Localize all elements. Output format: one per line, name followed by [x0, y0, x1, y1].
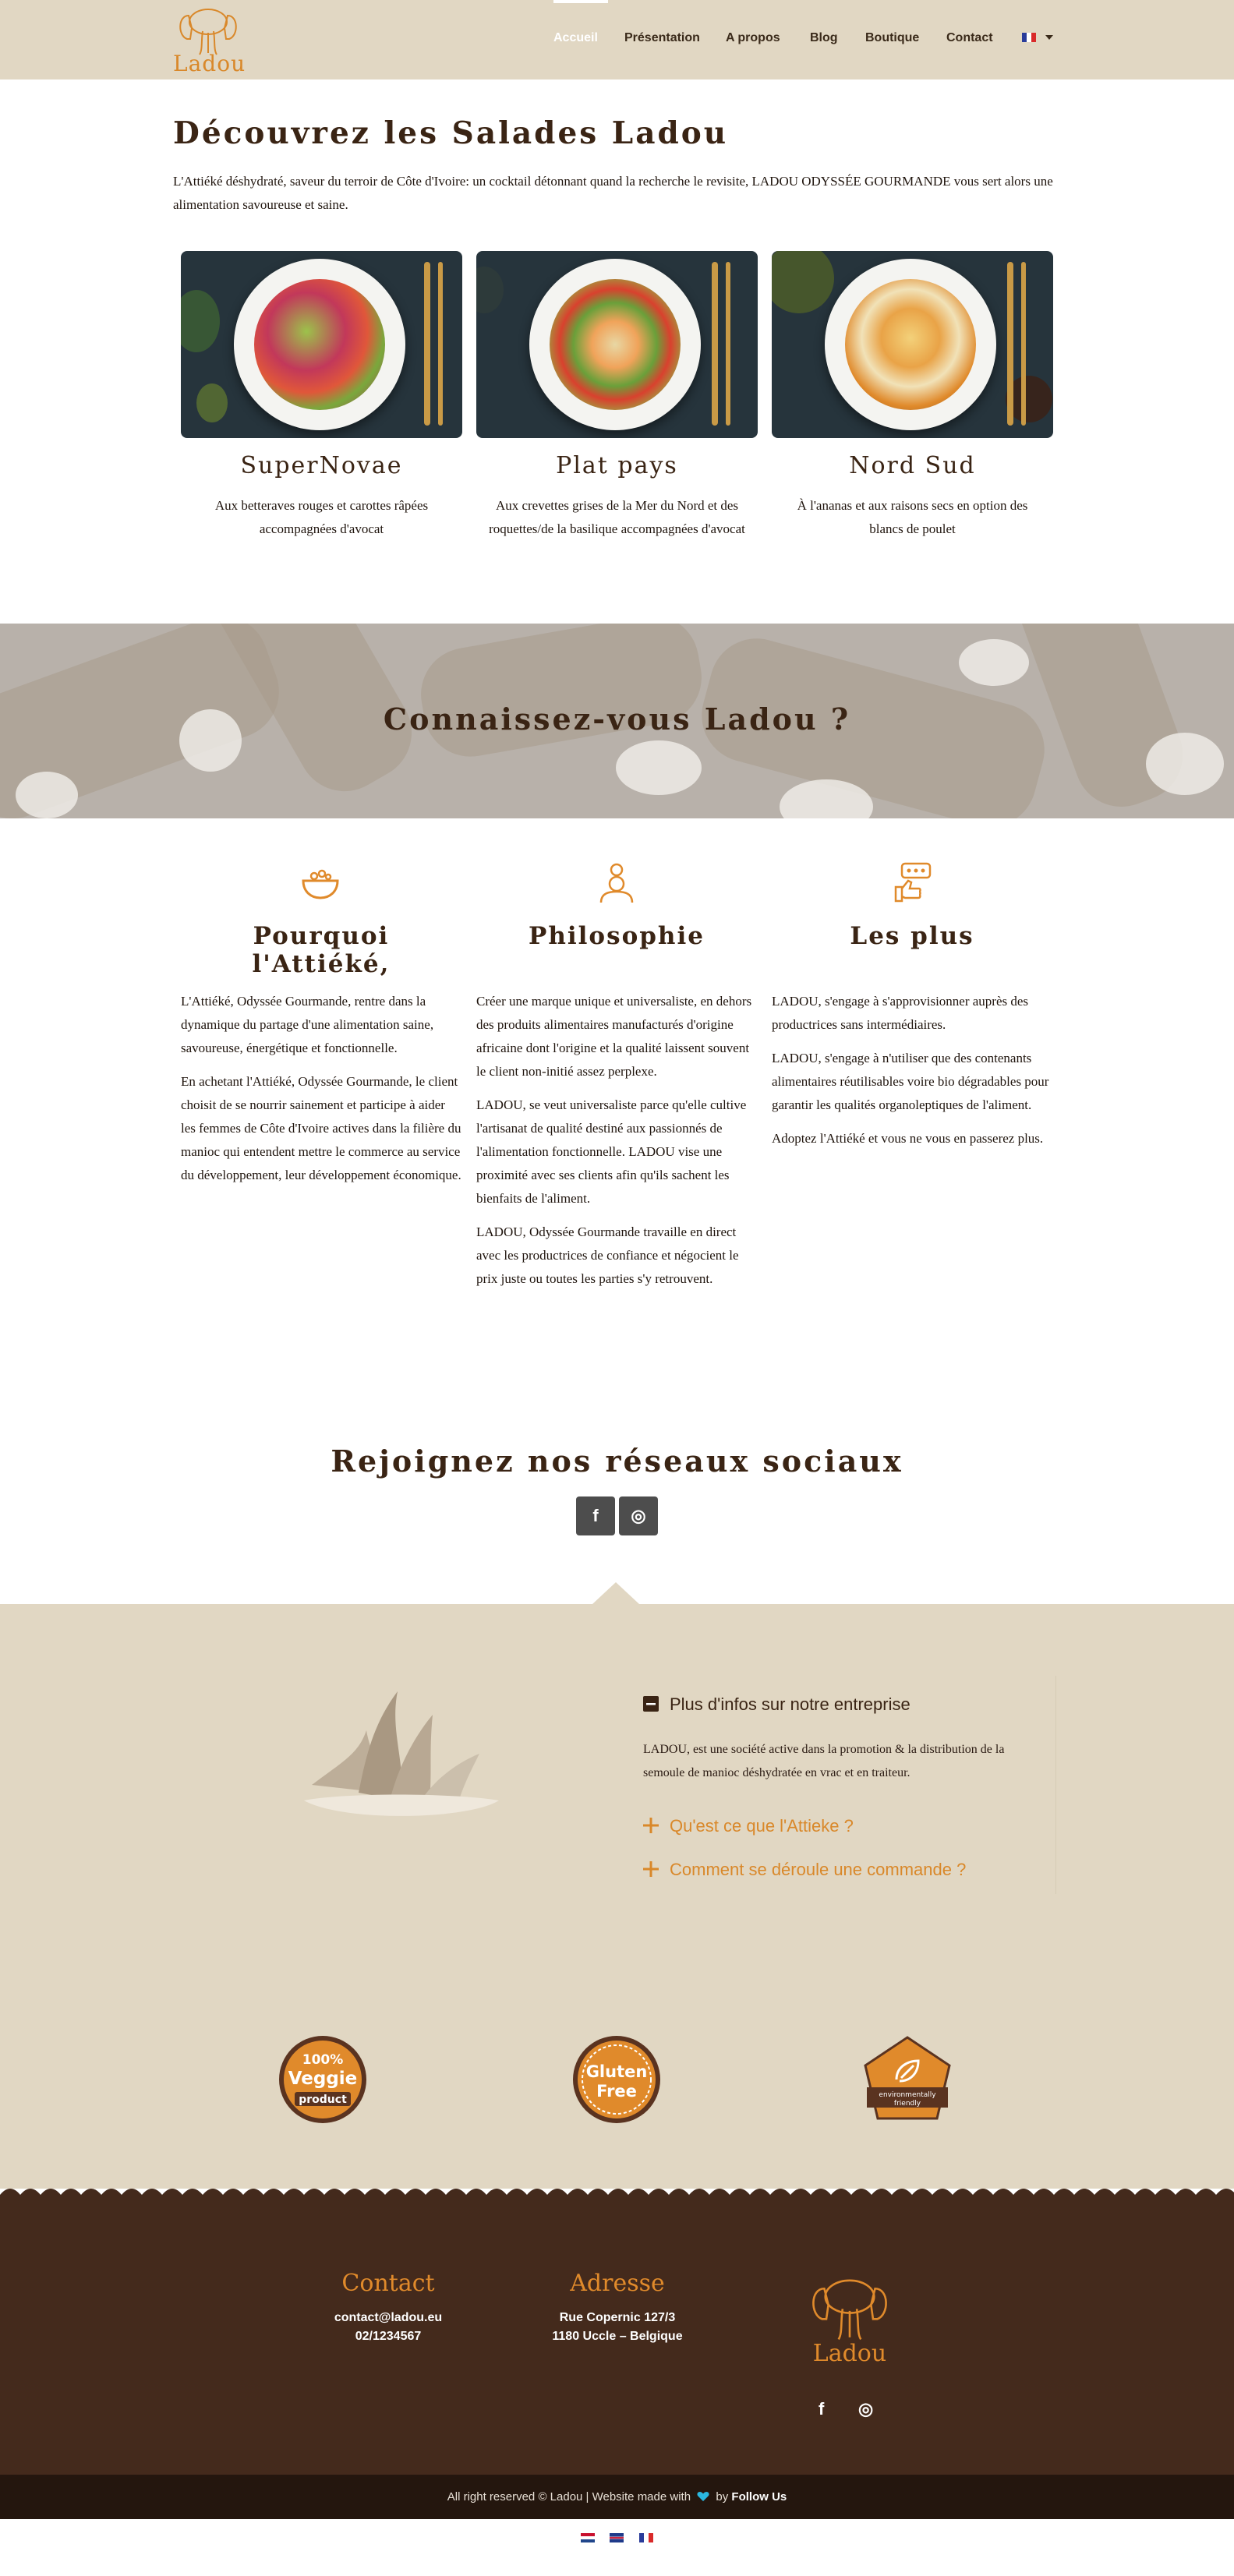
footer-address-line: 1180 Uccle – Belgique — [552, 2330, 683, 2343]
page-title: Découvrez les Salades Ladou — [173, 115, 729, 151]
badge-text: Free — [596, 2082, 637, 2101]
badge-text: 100% — [302, 2052, 344, 2068]
column-title: Philosophie — [529, 922, 705, 950]
paragraph: En achetant l'Attiéké, Odyssée Gourmande… — [181, 1074, 461, 1182]
column-text-attieke: L'Attiéké, Odyssée Gourmande, rentre dan… — [181, 990, 461, 1197]
main-nav: Accueil Présentation A propos Blog Bouti… — [546, 31, 1091, 50]
elephant-icon — [179, 9, 237, 55]
french-flag-icon[interactable] — [1022, 33, 1036, 42]
social-title: Rejoignez nos réseaux sociaux — [331, 1443, 903, 1479]
french-flag-icon[interactable] — [639, 2533, 653, 2542]
nav-accueil[interactable]: Accueil — [553, 31, 598, 45]
paragraph: L'Attiéké, Odyssée Gourmande, rentre dan… — [181, 994, 434, 1055]
column-text-les-plus: LADOU, s'engage à s'approvisionner auprè… — [772, 990, 1052, 1161]
salad-title: Plat pays — [556, 452, 678, 479]
paragraph: Créer une marque unique et universaliste… — [476, 994, 752, 1079]
accordion-item-commande[interactable]: Comment se déroule une commande ? — [643, 1860, 966, 1880]
language-dropdown-icon[interactable] — [1045, 35, 1053, 40]
footer-contact-info: contact@ladou.eu 02/1234567 — [295, 2309, 482, 2346]
copyright-text: All right reserved © Ladou | Website mad… — [447, 2490, 691, 2504]
column-title: Les plus — [850, 922, 974, 950]
column-title: Pourquoi l'Attiéké, — [252, 922, 391, 978]
paragraph: LADOU, s'engage à s'approvisionner auprè… — [772, 994, 1029, 1032]
copyright-by: by — [716, 2490, 729, 2504]
nav-presentation[interactable]: Présentation — [624, 31, 700, 45]
nav-boutique[interactable]: Boutique — [865, 31, 919, 45]
footer-logo-text: Ladou — [812, 2340, 887, 2367]
logo-text: Ladou — [173, 51, 246, 76]
uk-flag-icon[interactable] — [610, 2533, 624, 2542]
badge-text: friendly — [894, 2100, 921, 2108]
active-nav-indicator — [553, 0, 608, 3]
paragraph: LADOU, se veut universaliste parce qu'el… — [476, 1097, 747, 1206]
salad-image-plat-pays[interactable] — [476, 251, 758, 438]
facebook-icon: f — [592, 1506, 599, 1525]
follow-us-link[interactable]: Follow Us — [731, 2490, 787, 2504]
footer-logo[interactable]: Ladou — [803, 2274, 896, 2368]
footer-address-line: Rue Copernic 127/3 — [559, 2311, 676, 2324]
accordion-title: Comment se déroule une commande ? — [670, 1860, 967, 1879]
salad-title: SuperNovae — [240, 452, 403, 479]
nav-a-propos[interactable]: A propos — [726, 31, 780, 45]
badge-text: environmentally — [879, 2091, 936, 2099]
dutch-flag-icon[interactable] — [581, 2533, 595, 2542]
faq-accordion: Plus d'infos sur notre entreprise LADOU,… — [635, 1676, 1056, 1894]
accordion-title: Qu'est ce que l'Attieke ? — [670, 1816, 854, 1836]
cassava-root-illustration — [304, 1691, 499, 1816]
footer-contact-title: Contact — [341, 2270, 435, 2297]
section-notch — [592, 1582, 639, 1604]
nav-blog[interactable]: Blog — [810, 31, 838, 45]
paragraph: LADOU, Odyssée Gourmande travaille en di… — [476, 1224, 739, 1286]
footer-facebook-icon[interactable]: f — [819, 2399, 824, 2419]
thinker-icon — [599, 863, 634, 903]
instagram-icon: ◎ — [631, 1506, 646, 1525]
gluten-free-badge: Gluten Free — [573, 2036, 660, 2123]
accordion-content: LADOU, est une société active dans la pr… — [643, 1743, 1005, 1779]
minus-icon — [643, 1696, 659, 1712]
accordion-item-attieke[interactable]: Qu'est ce que l'Attieke ? — [643, 1816, 854, 1836]
bowl-icon — [302, 869, 339, 899]
plus-icon — [643, 1818, 659, 1833]
plus-icon — [643, 1861, 659, 1877]
accordion-item-open[interactable]: Plus d'infos sur notre entreprise — [643, 1694, 910, 1715]
footer-address-title: Adresse — [570, 2270, 665, 2297]
facebook-button[interactable]: f — [576, 1496, 615, 1535]
paragraph: LADOU, s'engage à n'utiliser que des con… — [772, 1051, 1049, 1112]
footer-phone[interactable]: 02/1234567 — [295, 2327, 482, 2346]
heart-icon — [697, 2492, 709, 2501]
badge-text: Veggie — [288, 2069, 358, 2089]
salad-description: Aux betteraves rouges et carottes râpées… — [214, 498, 429, 536]
instagram-button[interactable]: ◎ — [619, 1496, 658, 1535]
footer-address: Rue Copernic 127/3 1180 Uccle – Belgique — [524, 2309, 711, 2346]
salad-image-nord-sud[interactable] — [772, 251, 1053, 438]
accordion-title: Plus d'infos sur notre entreprise — [670, 1694, 910, 1714]
salad-description: À l'ananas et aux raisons secs en option… — [797, 498, 1028, 536]
badge-text: Gluten — [586, 2062, 648, 2081]
veggie-badge: 100% Veggie product — [279, 2036, 366, 2123]
badge-text: product — [299, 2094, 347, 2106]
elephant-icon — [812, 2279, 887, 2341]
nav-contact[interactable]: Contact — [946, 31, 993, 45]
footer-email[interactable]: contact@ladou.eu — [295, 2309, 482, 2327]
thumbs-up-icon — [894, 862, 932, 903]
intro-text: L'Attiéké déshydraté, saveur du terroir … — [173, 174, 1053, 212]
copyright-bar: All right reserved © Ladou | Website mad… — [0, 2475, 1234, 2519]
logo[interactable]: Ladou — [173, 5, 246, 76]
salad-title: Nord Sud — [849, 452, 976, 479]
paragraph: Adoptez l'Attiéké et vous ne vous en pas… — [772, 1131, 1044, 1146]
salad-image-supernovae[interactable] — [181, 251, 462, 438]
column-text-philosophie: Créer une marque unique et universaliste… — [476, 990, 757, 1301]
salad-description: Aux crevettes grises de la Mer du Nord e… — [489, 498, 745, 536]
footer-instagram-icon[interactable]: ◎ — [858, 2399, 873, 2419]
banner-title: Connaissez-vous Ladou ? — [383, 701, 851, 737]
environmentally-friendly-badge: environmentally friendly — [864, 2036, 951, 2120]
